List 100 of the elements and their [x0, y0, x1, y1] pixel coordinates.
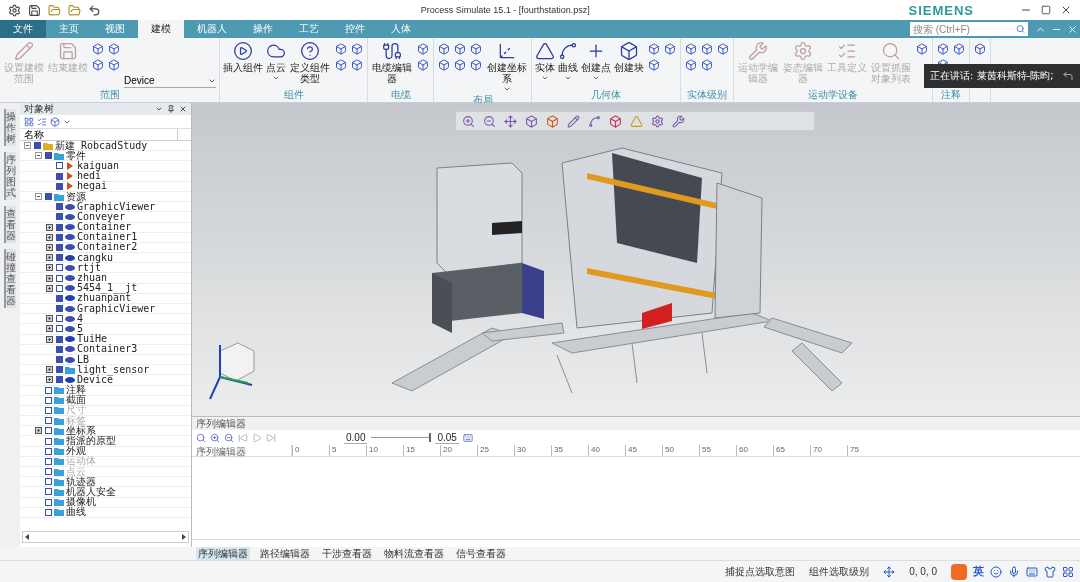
- tree-row[interactable]: zhuanpant: [20, 293, 191, 304]
- visibility-checkbox[interactable]: [56, 315, 63, 323]
- tree-row[interactable]: TuiHe: [20, 334, 191, 345]
- expand-toggle[interactable]: [46, 315, 53, 323]
- visibility-checkbox[interactable]: [45, 152, 52, 160]
- visibility-checkbox[interactable]: [56, 233, 63, 241]
- visibility-checkbox[interactable]: [56, 356, 63, 364]
- visibility-checkbox[interactable]: [56, 243, 63, 251]
- tree-row[interactable]: 资源: [20, 191, 191, 203]
- tree-row[interactable]: rtjt: [20, 263, 191, 274]
- visibility-checkbox[interactable]: [45, 498, 52, 506]
- ribbon-button[interactable]: 实体: [535, 40, 555, 83]
- expand-toggle[interactable]: [46, 325, 53, 333]
- tree-row[interactable]: 新建 RobcadStudy: [20, 141, 191, 152]
- tree-row[interactable]: hedi: [20, 171, 191, 182]
- visibility-checkbox[interactable]: [56, 264, 63, 272]
- expand-toggle[interactable]: [46, 264, 53, 272]
- tree-row[interactable]: Container2: [20, 242, 191, 254]
- small-tool-icon[interactable]: [437, 58, 451, 72]
- small-tool-icon[interactable]: [453, 58, 467, 72]
- small-tool-icon[interactable]: [91, 58, 105, 72]
- ribbon-button[interactable]: 插入组件: [223, 40, 263, 74]
- tree-row[interactable]: Container: [20, 222, 191, 233]
- side-tab[interactable]: 操作树: [4, 109, 16, 146]
- tree-row[interactable]: Container3: [20, 344, 191, 355]
- tree-row[interactable]: 机器人安全: [20, 487, 191, 498]
- visibility-checkbox[interactable]: [45, 447, 52, 455]
- tree-row[interactable]: 指派的原型: [20, 436, 191, 447]
- small-tool-icon[interactable]: [684, 58, 698, 72]
- close-icon[interactable]: [179, 105, 187, 113]
- tree-row[interactable]: 坐标系: [20, 426, 191, 437]
- time-field[interactable]: 0.00: [344, 431, 368, 444]
- small-tool-icon[interactable]: [647, 42, 661, 56]
- editor-tab[interactable]: 路径编辑器: [258, 547, 312, 560]
- small-tool-icon[interactable]: [915, 42, 929, 56]
- search-icon[interactable]: [196, 432, 206, 443]
- visibility-checkbox[interactable]: [56, 284, 63, 292]
- tree-row[interactable]: 截面: [20, 395, 191, 406]
- grid-icon[interactable]: [1062, 565, 1074, 578]
- tree-row[interactable]: zhuan: [20, 273, 191, 284]
- visibility-checkbox[interactable]: [56, 345, 63, 353]
- visibility-checkbox[interactable]: [34, 142, 41, 150]
- tree-row[interactable]: LB: [20, 354, 191, 366]
- tree-row[interactable]: 4: [20, 314, 191, 325]
- visibility-checkbox[interactable]: [56, 223, 63, 231]
- scroll-left-icon[interactable]: [25, 534, 29, 540]
- visibility-checkbox[interactable]: [56, 325, 63, 333]
- visibility-checkbox[interactable]: [45, 417, 52, 425]
- small-tool-icon[interactable]: [469, 42, 483, 56]
- step-field[interactable]: 0.05: [435, 431, 459, 444]
- editor-tab[interactable]: 信号查看器: [454, 547, 508, 560]
- expand-toggle[interactable]: [46, 284, 53, 292]
- tree-row[interactable]: GraphicViewer: [20, 304, 191, 315]
- scroll-right-icon[interactable]: [182, 534, 186, 540]
- tree-row[interactable]: Container1: [20, 232, 191, 243]
- pin-icon[interactable]: [167, 105, 175, 113]
- visibility-checkbox[interactable]: [45, 427, 52, 435]
- tree-row[interactable]: 摄像机: [20, 497, 191, 508]
- small-tool-icon[interactable]: [663, 42, 677, 56]
- pencil-icon[interactable]: [567, 114, 580, 128]
- tree-row[interactable]: GraphicViewer: [20, 202, 191, 213]
- visibility-checkbox[interactable]: [56, 376, 63, 384]
- expand-toggle[interactable]: [46, 366, 53, 374]
- search-field[interactable]: 搜索 (Ctrl+F): [910, 22, 1028, 36]
- small-tool-icon[interactable]: [716, 42, 730, 56]
- cube-icon[interactable]: [50, 116, 60, 127]
- expand-toggle[interactable]: [46, 233, 53, 241]
- expand-toggle[interactable]: [46, 223, 53, 231]
- visibility-checkbox[interactable]: [45, 406, 52, 414]
- ribbon-button[interactable]: 定义组件类型: [289, 40, 331, 85]
- zoom-in-icon[interactable]: [462, 114, 475, 128]
- ribbon-tab[interactable]: 文件: [0, 20, 46, 38]
- shirt-icon[interactable]: [1044, 565, 1056, 578]
- small-tool-icon[interactable]: [334, 42, 348, 56]
- collapse-toggle[interactable]: [24, 142, 31, 150]
- box-icon[interactable]: [609, 114, 622, 128]
- visibility-checkbox[interactable]: [56, 213, 63, 221]
- ribbon-button[interactable]: 电缆编辑器: [371, 40, 413, 85]
- visibility-checkbox[interactable]: [56, 335, 63, 343]
- expand-toggle[interactable]: [46, 335, 53, 343]
- small-tool-icon[interactable]: [107, 58, 121, 72]
- tree-row[interactable]: 注释: [20, 385, 191, 396]
- small-tool-icon[interactable]: [350, 58, 364, 72]
- small-tool-icon[interactable]: [700, 58, 714, 72]
- editor-tab[interactable]: 物料流查看器: [382, 547, 446, 560]
- small-tool-icon[interactable]: [469, 58, 483, 72]
- display-icon[interactable]: [462, 432, 473, 443]
- 3d-viewport[interactable]: [192, 103, 1080, 416]
- visibility-checkbox[interactable]: [45, 468, 52, 476]
- small-tool-icon[interactable]: [952, 42, 966, 56]
- emoji-icon[interactable]: [990, 565, 1002, 578]
- tree-row[interactable]: 外观: [20, 446, 191, 457]
- microphone-icon[interactable]: [1008, 565, 1020, 578]
- curve-icon[interactable]: [588, 114, 601, 128]
- small-tool-icon[interactable]: [973, 42, 987, 56]
- expand-toggle[interactable]: [46, 254, 53, 262]
- ime-logo-icon[interactable]: [951, 563, 967, 580]
- pan-icon[interactable]: [504, 114, 517, 128]
- visibility-checkbox[interactable]: [45, 488, 52, 496]
- app-icon[interactable]: [6, 2, 22, 18]
